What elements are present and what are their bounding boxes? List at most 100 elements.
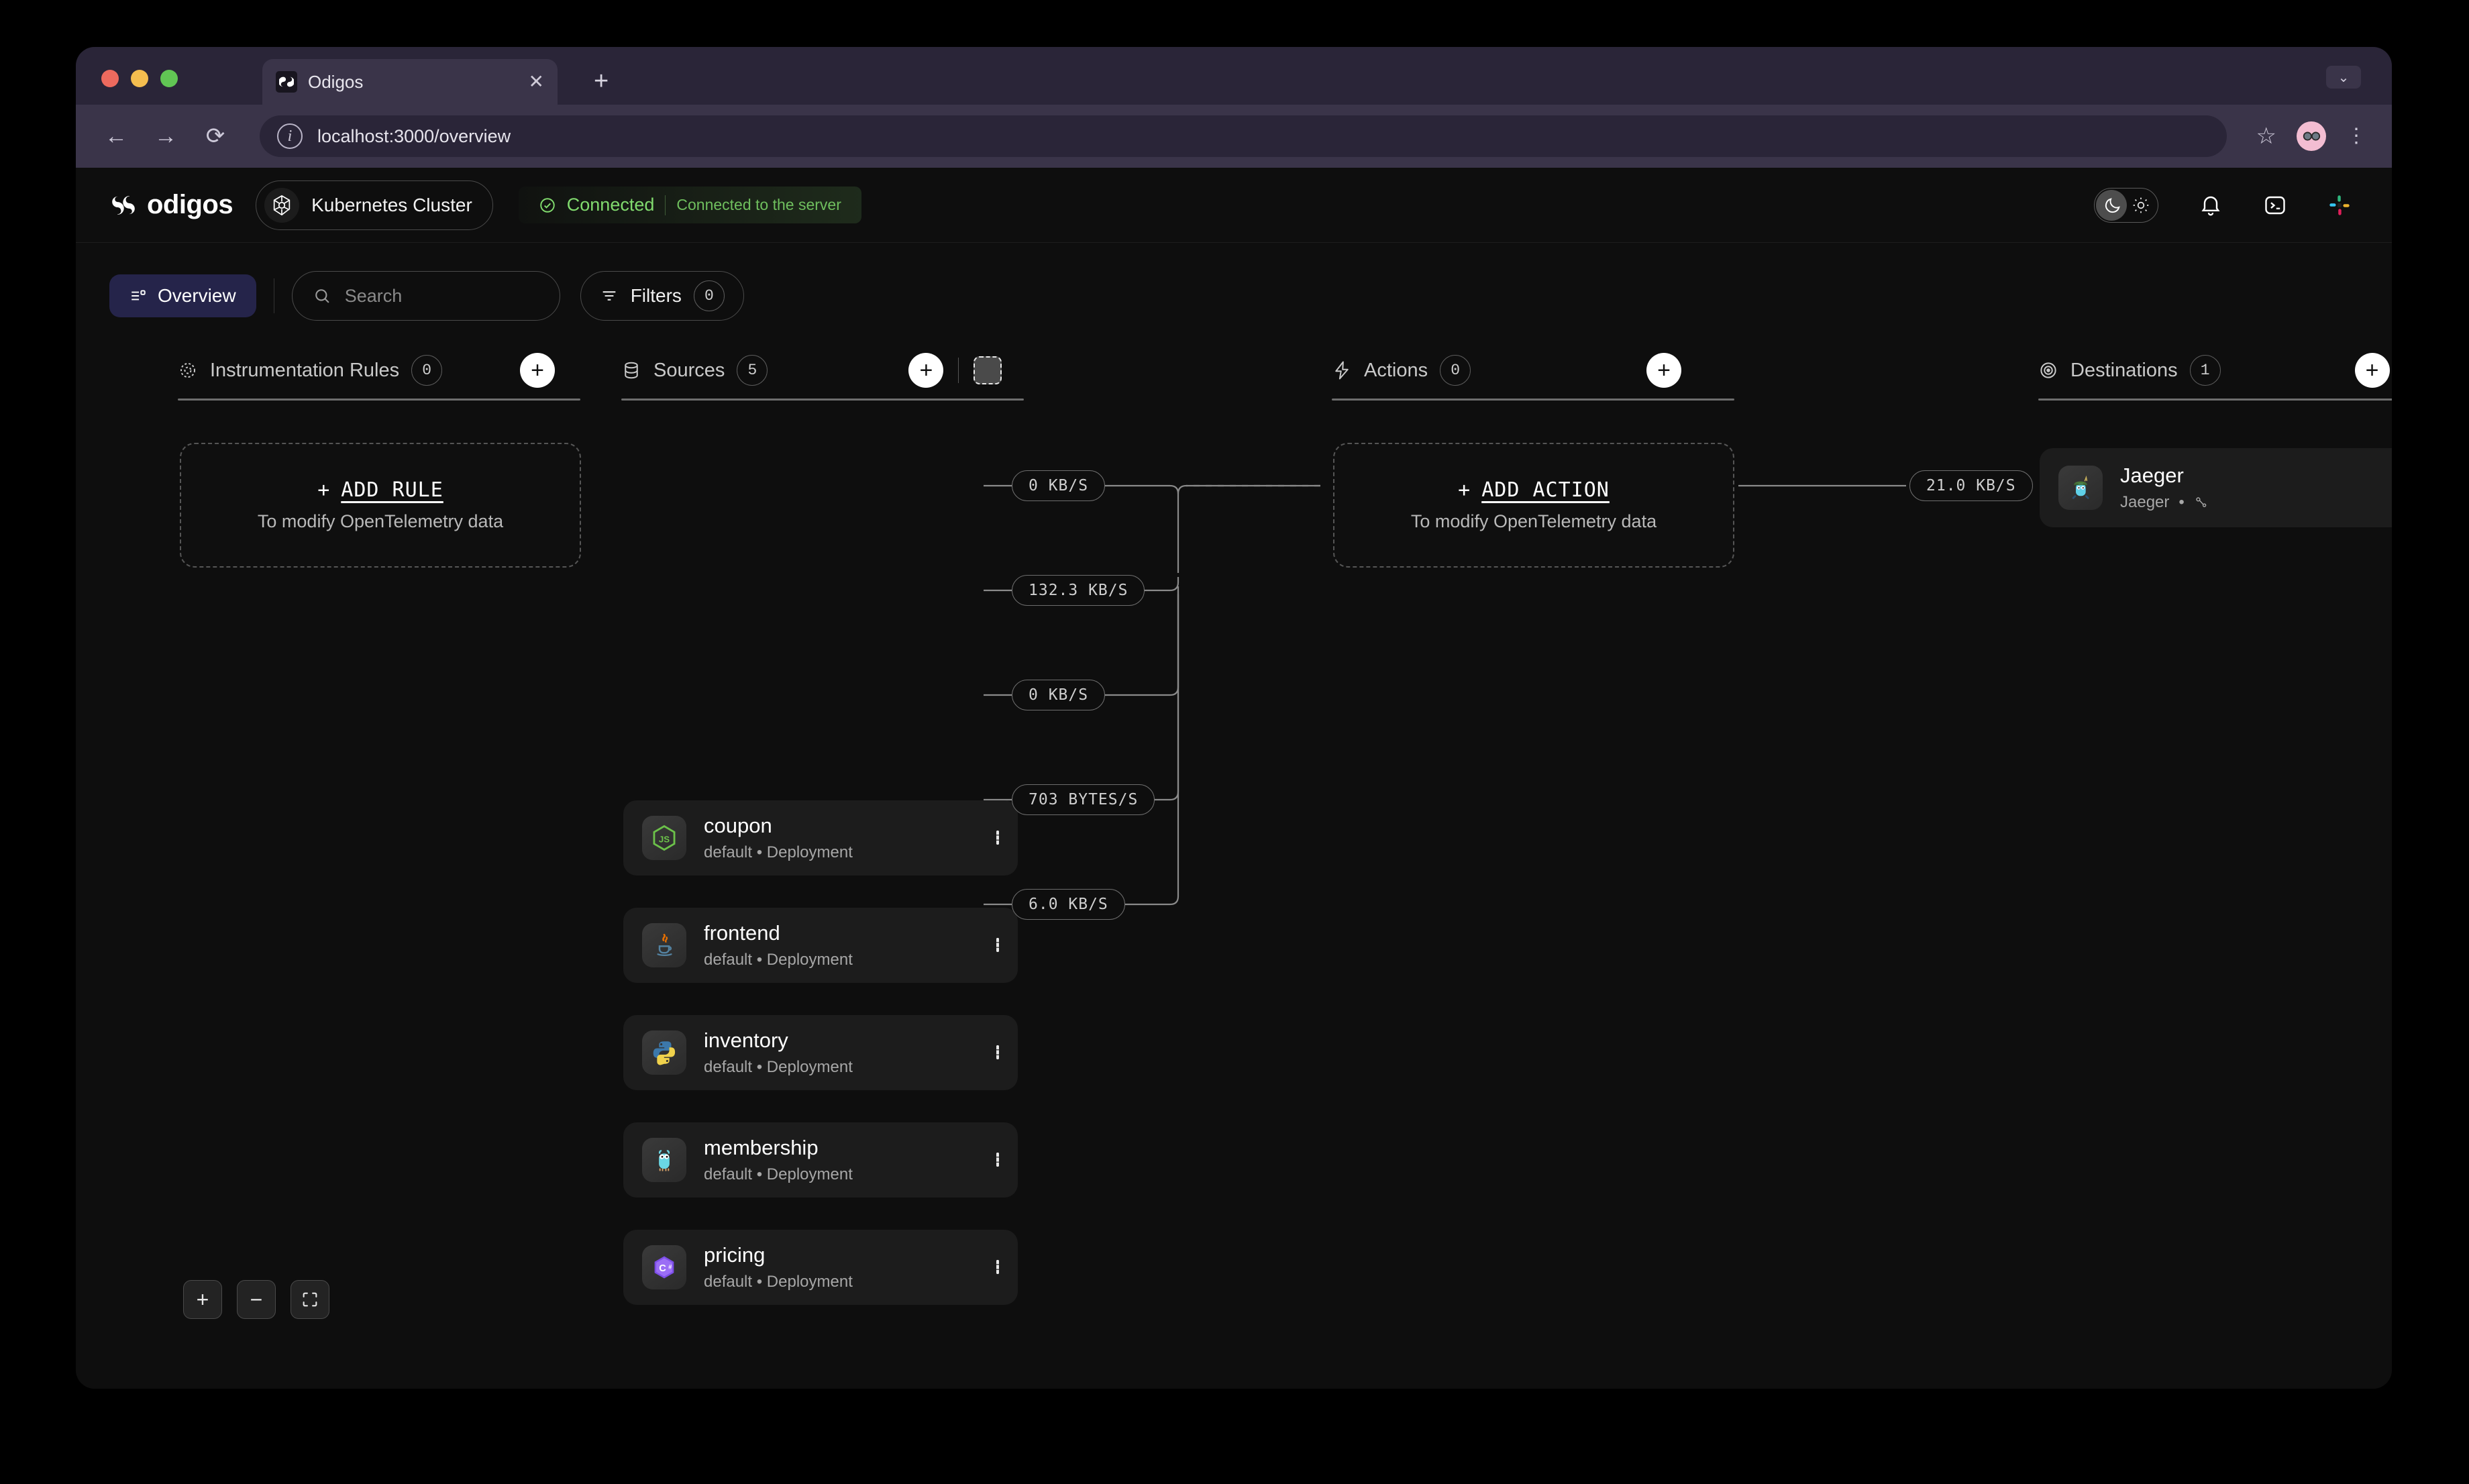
add-destination-button[interactable]: +: [2354, 353, 2390, 388]
select-source-icon[interactable]: [996, 938, 999, 952]
plus-icon: +: [1458, 478, 1471, 502]
terminal-icon[interactable]: [2263, 193, 2287, 217]
source-card-inventory[interactable]: inventory default • Deployment: [623, 1015, 1018, 1090]
column-header-sources: Sources 5 +: [621, 353, 1002, 388]
select-sources-icon[interactable]: [974, 356, 1002, 384]
info-icon[interactable]: i: [277, 123, 303, 149]
add-action-button[interactable]: +: [1646, 353, 1682, 388]
close-tab-icon[interactable]: ✕: [529, 72, 544, 91]
slack-icon[interactable]: [2327, 193, 2352, 217]
svg-text:#: #: [668, 1263, 672, 1270]
app-header: odigos Kubernetes Cluster Connected Conn…: [76, 168, 2392, 243]
throughput-chip: 703 BYTES/S: [1012, 784, 1155, 815]
column-count-destinations: 1: [2189, 355, 2221, 386]
sources-header-divider: [958, 358, 959, 383]
throughput-chip: 0 KB/S: [1012, 680, 1106, 710]
database-icon: [621, 360, 641, 380]
source-meta: default • Deployment: [704, 1058, 853, 1076]
source-meta: default • Deployment: [704, 1165, 853, 1183]
source-card-frontend[interactable]: frontend default • Deployment: [623, 908, 1018, 983]
add-source-button[interactable]: +: [908, 353, 944, 388]
zoom-out-button[interactable]: −: [237, 1280, 276, 1319]
destination-name: Jaeger: [2120, 464, 2184, 487]
status-badge: Connected Connected to the server: [518, 187, 861, 223]
window-traffic-lights: [101, 70, 178, 87]
column-divider-rules: [178, 399, 580, 401]
cluster-label: Kubernetes Cluster: [311, 194, 472, 215]
tab-overview[interactable]: Overview: [109, 274, 256, 317]
source-card-membership[interactable]: membership default • Deployment: [623, 1122, 1018, 1198]
lightning-icon: [1332, 360, 1352, 380]
list-icon: [129, 287, 147, 305]
add-rule-card-subtitle: To modify OpenTelemetry data: [257, 511, 504, 531]
odigos-logo: [109, 191, 138, 219]
reload-icon[interactable]: ⟳: [201, 123, 230, 150]
arrow-left-icon[interactable]: ←: [101, 123, 131, 150]
kubernetes-icon: [264, 187, 300, 223]
source-meta: default • Deployment: [704, 951, 853, 969]
bell-icon[interactable]: [2199, 193, 2223, 217]
search-input[interactable]: [344, 285, 539, 307]
maximize-window-button[interactable]: [160, 70, 178, 87]
destination-card-jaeger[interactable]: Jaeger Jaeger •: [2040, 448, 2392, 527]
cluster-selector[interactable]: Kubernetes Cluster: [256, 180, 493, 230]
source-card-pricing[interactable]: C # pricing default • Deployment: [623, 1230, 1018, 1305]
star-icon[interactable]: ☆: [2256, 123, 2276, 150]
throughput-chip: 21.0 KB/S: [1909, 470, 2033, 501]
flow-canvas[interactable]: Instrumentation Rules 0 + Sources 5 + Ac…: [76, 321, 2392, 1367]
plus-icon: +: [317, 478, 331, 502]
select-source-icon[interactable]: [996, 1153, 999, 1167]
status-detail: Connected to the server: [676, 196, 841, 213]
column-header-actions: Actions 0 +: [1332, 353, 1682, 388]
source-name: pricing: [704, 1243, 766, 1267]
select-source-icon[interactable]: [996, 831, 999, 845]
theme-toggle[interactable]: [2094, 187, 2158, 223]
add-rule-card[interactable]: + ADD RULE To modify OpenTelemetry data: [180, 443, 581, 568]
source-name: frontend: [704, 921, 780, 945]
browser-tab-strip: Odigos ✕ + ⌄: [76, 47, 2392, 105]
select-source-icon[interactable]: [996, 1045, 999, 1059]
search-box[interactable]: [291, 271, 560, 321]
odigos-brand[interactable]: odigos: [109, 190, 233, 220]
select-source-icon[interactable]: [996, 1260, 999, 1274]
throughput-chip: 0 KB/S: [1012, 470, 1106, 501]
status-label: Connected: [566, 195, 655, 215]
fit-view-button[interactable]: [291, 1280, 329, 1319]
minimize-window-button[interactable]: [131, 70, 148, 87]
column-count-actions: 0: [1440, 355, 1471, 386]
target-icon: [2038, 360, 2058, 380]
column-header-rules: Instrumentation Rules 0 +: [178, 353, 556, 388]
column-divider-destinations: [2038, 399, 2392, 401]
browser-tab-title: Odigos: [308, 71, 364, 92]
close-window-button[interactable]: [101, 70, 119, 87]
address-bar[interactable]: i localhost:3000/overview: [260, 115, 2227, 157]
kebab-menu-icon[interactable]: ⋮: [2346, 126, 2366, 146]
add-action-card[interactable]: + ADD ACTION To modify OpenTelemetry dat…: [1333, 443, 1734, 568]
browser-window: Odigos ✕ + ⌄ ← → ⟳ i localhost:3000/over…: [76, 47, 2392, 1389]
new-tab-button[interactable]: +: [594, 68, 609, 94]
source-name: coupon: [704, 814, 772, 837]
zoom-in-button[interactable]: +: [183, 1280, 222, 1319]
filters-button[interactable]: Filters 0: [580, 271, 744, 321]
status-divider: [665, 195, 666, 215]
source-meta: default • Deployment: [704, 843, 853, 861]
odigos-app: odigos Kubernetes Cluster Connected Conn…: [76, 168, 2392, 1389]
traces-icon: [2194, 495, 2209, 510]
tab-overview-label: Overview: [158, 285, 236, 306]
add-rule-button[interactable]: +: [520, 353, 556, 388]
nodejs-icon: JS: [642, 816, 686, 860]
avatar[interactable]: [2297, 121, 2326, 151]
source-card-coupon[interactable]: JS coupon default • Deployment: [623, 800, 1018, 876]
add-action-card-subtitle: To modify OpenTelemetry data: [1410, 511, 1657, 531]
filter-icon: [600, 286, 619, 305]
column-title-destinations: Destinations: [2070, 359, 2178, 381]
chevron-down-icon[interactable]: ⌄: [2326, 66, 2361, 89]
browser-tab[interactable]: Odigos ✕: [262, 59, 558, 105]
odigos-favicon: [276, 71, 297, 93]
source-name: inventory: [704, 1028, 788, 1052]
moon-icon: [2103, 196, 2122, 215]
browser-toolbar: ← → ⟳ i localhost:3000/overview ☆ ⋮: [76, 105, 2392, 168]
destination-meta: Jaeger •: [2120, 493, 2209, 512]
column-title-actions: Actions: [1364, 359, 1428, 381]
arrow-right-icon[interactable]: →: [151, 123, 180, 150]
